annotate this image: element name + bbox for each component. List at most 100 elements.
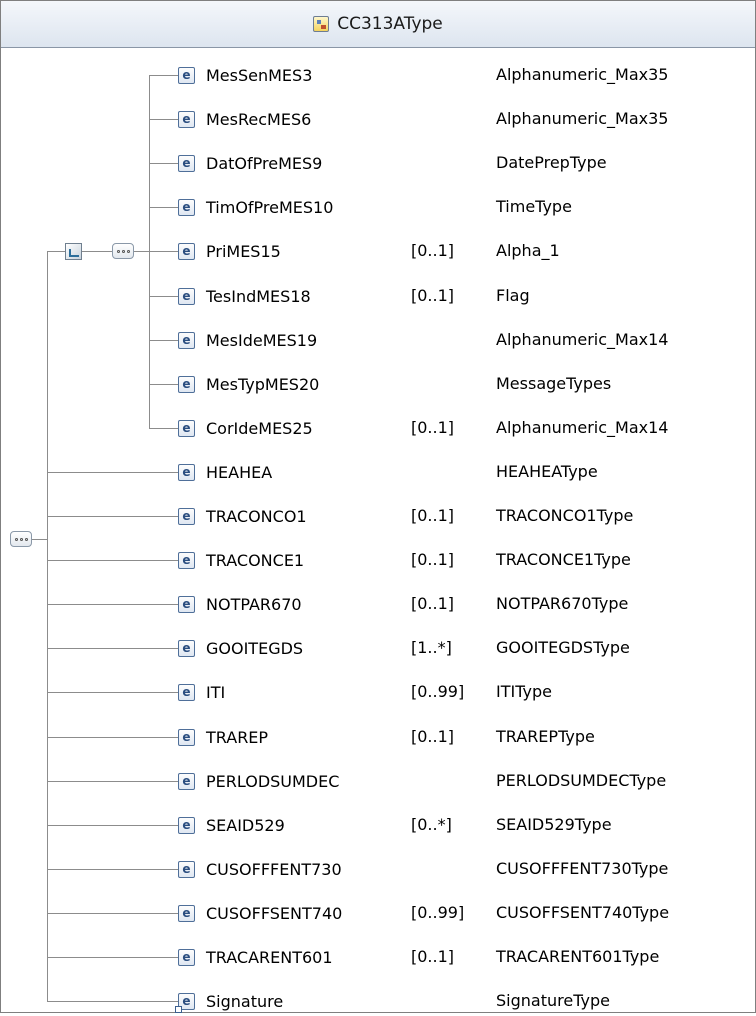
element-row[interactable]: e MesRecMES6 [178, 104, 311, 134]
compositor-dot [14, 537, 18, 541]
connector-line [47, 251, 65, 252]
element-row[interactable]: e NOTPAR670 [178, 589, 302, 619]
element-icon: e [178, 683, 195, 701]
element-row[interactable]: e PERLODSUMDEC [178, 766, 339, 796]
element-icon: e [178, 904, 195, 922]
connector-line [149, 428, 178, 429]
element-type[interactable]: Alphanumeric_Max14 [496, 413, 668, 443]
element-occurrence: [0..99] [411, 682, 465, 701]
element-row[interactable]: e TimOfPreMES10 [178, 192, 333, 222]
element-type[interactable]: NOTPAR670Type [496, 589, 628, 619]
element-type[interactable]: Alpha_1 [496, 236, 560, 266]
element-type[interactable]: TRAREPType [496, 722, 595, 752]
element-row[interactable]: e PriMES15 [178, 236, 281, 266]
connector-line [47, 737, 178, 738]
element-name: PERLODSUMDEC [206, 771, 340, 791]
element-type[interactable]: TRACONCE1Type [496, 545, 631, 575]
element-icon: e [178, 728, 195, 746]
element-type[interactable]: PERLODSUMDECType [496, 766, 666, 796]
complex-type-icon [313, 16, 330, 32]
element-row[interactable]: e TRACONCE1 [178, 545, 304, 575]
element-row[interactable]: e TesIndMES18 [178, 281, 311, 311]
element-icon: e [178, 419, 195, 437]
element-type[interactable]: ITIType [496, 677, 552, 707]
connector-line [47, 516, 178, 517]
element-type[interactable]: CUSOFFFENT730Type [496, 854, 668, 884]
connector-line [149, 207, 178, 208]
element-type[interactable]: Alphanumeric_Max35 [496, 60, 668, 90]
group-connector-spine [149, 75, 150, 428]
element-name: PriMES15 [206, 241, 281, 261]
element-type[interactable]: SEAID529Type [496, 810, 612, 840]
element-name: DatOfPreMES9 [206, 153, 323, 173]
element-row[interactable]: e DatOfPreMES9 [178, 148, 322, 178]
element-type[interactable]: Alphanumeric_Max35 [496, 104, 668, 134]
element-name: TRACARENT601 [206, 947, 333, 967]
connector-line [47, 692, 178, 693]
type-header[interactable]: CC313AType [1, 1, 755, 48]
connector-line [149, 384, 178, 385]
group-sequence-compositor-icon[interactable] [112, 243, 134, 259]
element-name: Signature [206, 991, 284, 1011]
connector-line [82, 251, 112, 252]
connector-line [149, 296, 178, 297]
element-name: TRACONCE1 [206, 550, 305, 570]
compositor-dot [19, 537, 23, 541]
element-type[interactable]: CUSOFFSENT740Type [496, 898, 669, 928]
element-row[interactable]: e SEAID529 [178, 810, 285, 840]
type-diagram-frame: CC313AType e MesSenMES3 Alphanumeric_Max35… [0, 0, 756, 1013]
element-row[interactable]: e Signature [175, 986, 284, 1016]
element-name: MesTypMES20 [206, 374, 320, 394]
compositor-dot [126, 249, 130, 253]
element-row[interactable]: e HEAHEA [178, 457, 272, 487]
element-type[interactable]: TimeType [496, 192, 572, 222]
element-type[interactable]: Alphanumeric_Max14 [496, 325, 668, 355]
type-title-text: CC313AType [337, 14, 443, 34]
element-name: GOOITEGDS [206, 638, 304, 658]
sequence-compositor-icon[interactable] [10, 531, 32, 547]
element-icon: e [178, 331, 195, 349]
element-icon: e [178, 110, 195, 128]
element-icon: e [178, 816, 195, 834]
element-name: MesRecMES6 [206, 109, 312, 129]
element-type[interactable]: TRACARENT601Type [496, 942, 659, 972]
element-name: MesIdeMES19 [206, 330, 318, 350]
group-reference-icon[interactable] [65, 243, 82, 260]
element-icon: e [178, 242, 195, 260]
element-type[interactable]: MessageTypes [496, 369, 611, 399]
element-row[interactable]: e CUSOFFFENT730 [178, 854, 342, 884]
connector-line [47, 913, 178, 914]
element-row[interactable]: e CorIdeMES25 [178, 413, 313, 443]
connector-line [47, 560, 178, 561]
element-type[interactable]: TRACONCO1Type [496, 501, 633, 531]
connector-line [47, 825, 178, 826]
element-row[interactable]: e TRACARENT601 [178, 942, 333, 972]
element-name: TesIndMES18 [206, 286, 311, 306]
element-type[interactable]: SignatureType [496, 986, 610, 1016]
element-row[interactable]: e MesSenMES3 [178, 60, 312, 90]
element-type[interactable]: Flag [496, 281, 530, 311]
type-title[interactable]: CC313AType [1, 1, 755, 47]
element-icon: e [178, 639, 195, 657]
connector-line [149, 163, 178, 164]
element-row[interactable]: e MesTypMES20 [178, 369, 319, 399]
element-name: TRAREP [206, 727, 269, 747]
element-occurrence: [0..1] [411, 506, 455, 525]
element-type[interactable]: DatePrepType [496, 148, 607, 178]
element-occurrence: [0..1] [411, 594, 455, 613]
element-row[interactable]: e GOOITEGDS [178, 633, 303, 663]
compositor-dot [24, 537, 28, 541]
element-row[interactable]: e TRAREP [178, 722, 268, 752]
element-occurrence: [0..1] [411, 550, 455, 569]
element-row[interactable]: e ITI [178, 677, 225, 707]
connector-line [47, 472, 178, 473]
element-icon: e [178, 463, 195, 481]
element-occurrence: [0..*] [411, 815, 452, 834]
element-icon: e [178, 287, 195, 305]
element-row[interactable]: e TRACONCO1 [178, 501, 307, 531]
element-name: SEAID529 [206, 815, 285, 835]
element-type[interactable]: GOOITEGDSType [496, 633, 630, 663]
element-type[interactable]: HEAHEAType [496, 457, 598, 487]
element-row[interactable]: e MesIdeMES19 [178, 325, 317, 355]
element-row[interactable]: e CUSOFFSENT740 [178, 898, 342, 928]
